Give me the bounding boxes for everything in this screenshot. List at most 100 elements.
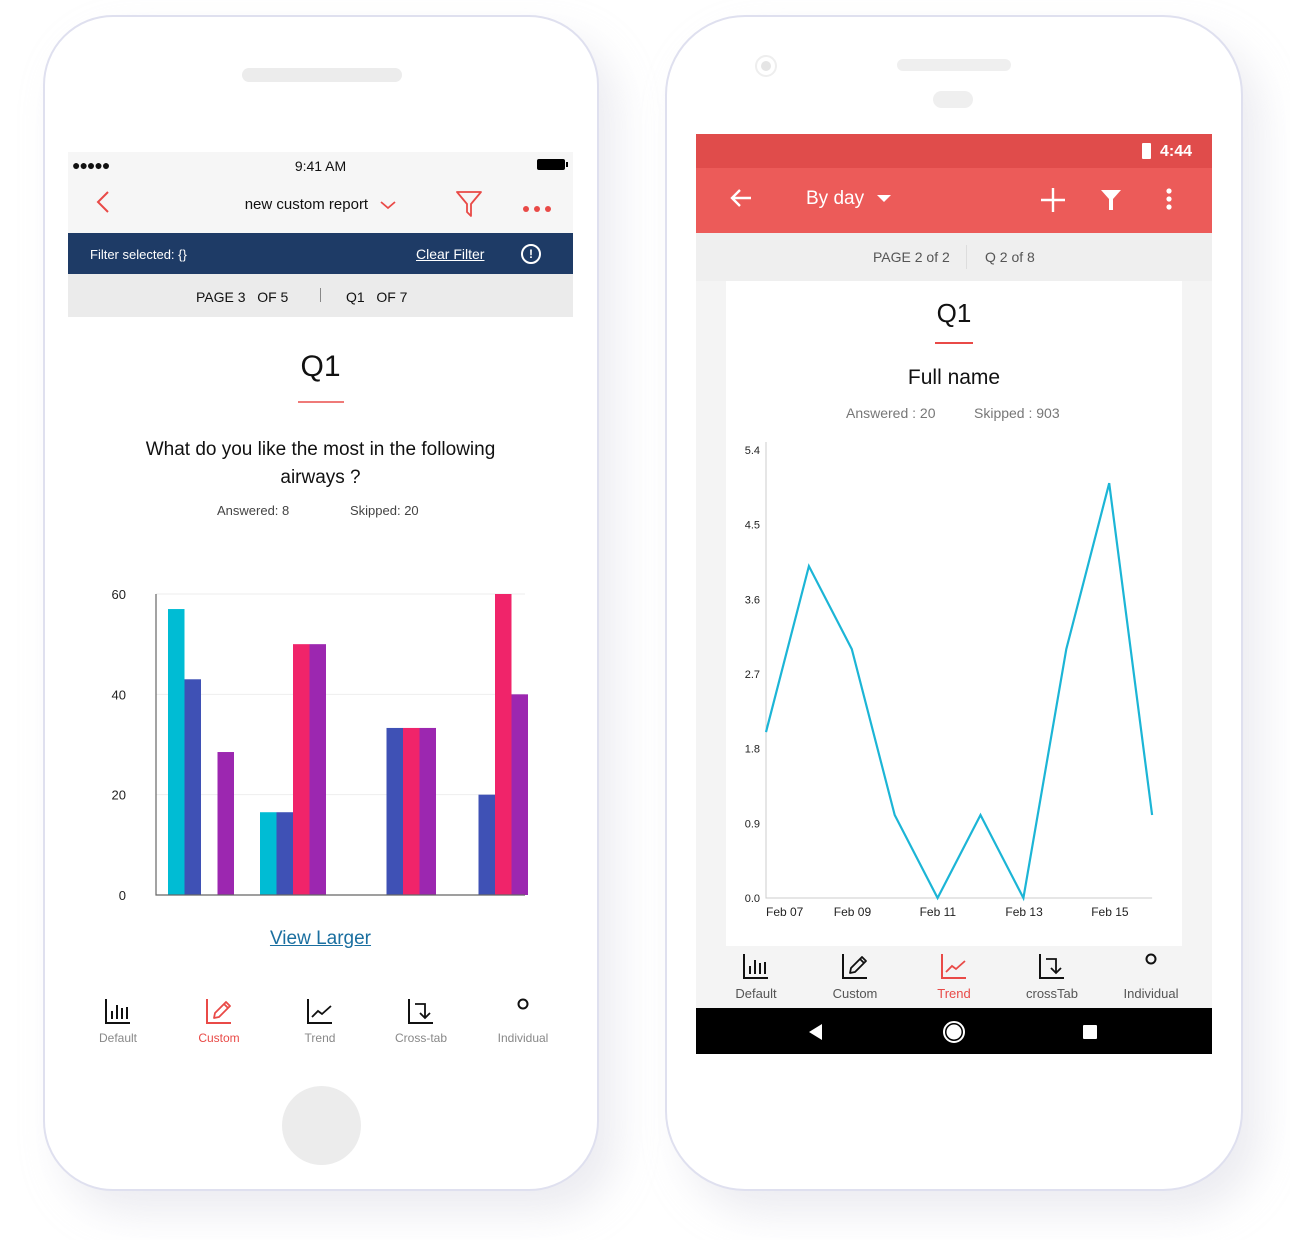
more-button[interactable]: [522, 200, 552, 218]
y-tick-label: 2.7: [745, 669, 760, 681]
tab-custom[interactable]: Custom: [805, 952, 905, 1001]
filter-button[interactable]: [1101, 190, 1121, 215]
filter-button[interactable]: [456, 190, 482, 223]
question-text: What do you like the most in the followi…: [145, 439, 496, 488]
chart-axes: [765, 442, 1153, 899]
android-tab-bar: Default Custom Trend crossTab Individual: [696, 946, 1212, 1008]
pager-divider: [320, 288, 321, 302]
pencil-chart-icon: [206, 999, 231, 1024]
tab-individual[interactable]: Individual: [1101, 952, 1201, 1001]
filter-bar: Filter selected: {} Clear Filter !: [68, 233, 573, 274]
bar-series-2-cat-2: [276, 812, 293, 895]
bar-chart: 0 20 40 60: [112, 587, 528, 903]
iphone-speaker: [242, 68, 402, 82]
pencil-chart-icon: [842, 954, 867, 979]
bar-series-4-cat-2: [309, 644, 326, 895]
ios-tab-bar: Default Custom Trend Cross-tab Individual: [68, 997, 573, 1052]
pager-bar: PAGE 2 of 2 Q 2 of 8: [696, 233, 1212, 281]
info-icon[interactable]: !: [521, 244, 541, 264]
question-indicator: Q 2 of 8: [985, 249, 1035, 265]
add-button[interactable]: [1040, 187, 1066, 218]
view-larger-link[interactable]: View Larger: [68, 928, 573, 950]
tab-cross-tab[interactable]: Cross-tab: [371, 997, 471, 1045]
android-screen: 4:44 By day PAGE 2 of 2 Q 2 of 8 Q1 Full…: [696, 134, 1212, 1054]
dropdown-arrow-icon: [877, 195, 892, 203]
crosstab-icon: [1039, 954, 1064, 979]
ios-nav-bar: new custom report: [68, 178, 573, 233]
tab-trend[interactable]: Trend: [270, 997, 370, 1045]
y-tick-label: 0.9: [745, 818, 760, 830]
front-camera: [755, 55, 777, 77]
tab-default[interactable]: Default: [68, 997, 168, 1045]
person-icon: [1145, 953, 1157, 965]
bar-series-4-cat-1: [217, 752, 234, 895]
filter-icon: [456, 191, 482, 217]
bar-series-3-cat-2: [293, 644, 310, 895]
android-status-bar: 4:44: [696, 134, 1212, 168]
chevron-down-icon: [380, 201, 396, 210]
trend-chart-icon: [941, 954, 966, 979]
question-indicator: Q1 OF 7: [346, 289, 408, 305]
battery-icon: [1142, 143, 1151, 159]
tab-label: Individual: [497, 1031, 549, 1045]
back-button[interactable]: [730, 188, 752, 213]
period-selector[interactable]: By day: [806, 188, 892, 210]
square-recents-icon: [1083, 1025, 1097, 1039]
more-vertical-icon: [1166, 188, 1172, 210]
tab-label: Default: [98, 1031, 138, 1045]
bar-series-3-cat-3: [403, 727, 420, 895]
y-tick-label: 20: [112, 788, 126, 803]
question-card: Q1 Full name Answered : 20 Skipped : 903…: [726, 281, 1182, 946]
tab-individual[interactable]: Individual: [473, 997, 573, 1045]
skipped-count: Skipped: 20: [350, 503, 419, 518]
tab-default[interactable]: Default: [706, 952, 806, 1001]
triangle-back-icon: [809, 1024, 822, 1040]
report-selector[interactable]: new custom report: [68, 196, 573, 213]
tab-label: Trend: [304, 1031, 336, 1045]
filter-icon: [1101, 190, 1121, 210]
android-sensor: [933, 91, 973, 108]
tab-custom[interactable]: Custom: [169, 997, 269, 1045]
tab-crosstab[interactable]: crossTab: [1002, 952, 1102, 1001]
report-title: new custom report: [244, 196, 369, 213]
y-tick-label: 4.5: [745, 520, 760, 532]
question-title: Full name: [907, 366, 1001, 389]
page-indicator: PAGE 2 of 2: [873, 249, 950, 265]
ios-screen: ●●●●● 9:41 AM new custom report Filter s…: [68, 152, 573, 1052]
android-nav-bar: [696, 1008, 1212, 1054]
y-tick-label: 3.6: [745, 594, 760, 606]
x-tick-label: Feb 15: [1091, 905, 1129, 919]
nav-back-button[interactable]: [809, 1024, 823, 1045]
question-number: Q1: [936, 298, 972, 328]
trend-line: [764, 482, 1154, 902]
filter-selected-label: Filter selected: {}: [90, 247, 187, 262]
pager-bar: PAGE 3 OF 5 Q1 OF 7: [68, 274, 573, 317]
y-tick-label: 5.4: [745, 445, 760, 457]
bar-series-2-cat-4: [478, 794, 495, 895]
period-label: By day: [806, 188, 865, 209]
circle-home-icon: [943, 1021, 965, 1043]
more-button[interactable]: [1166, 188, 1172, 215]
iphone-home-button[interactable]: [282, 1086, 361, 1165]
tab-trend[interactable]: Trend: [904, 952, 1004, 1001]
x-tick-label: Feb 11: [920, 905, 957, 919]
status-time: 4:44: [1160, 143, 1193, 160]
y-tick-label: 40: [112, 687, 126, 702]
tab-label: Individual: [1123, 986, 1179, 1001]
bar-series-4-cat-3: [419, 727, 436, 895]
crosstab-icon: [408, 999, 433, 1024]
answered-count: Answered: 8: [217, 503, 290, 518]
chart-axes: [155, 594, 525, 896]
bar-series-3-cat-4: [495, 594, 512, 895]
nav-recents-button[interactable]: [1083, 1025, 1097, 1044]
android-speaker: [897, 59, 1011, 71]
tab-label: Custom: [198, 1031, 240, 1045]
bar-series-4-cat-4: [511, 694, 528, 895]
bar-chart-icon: [743, 954, 768, 979]
pager-divider: [966, 245, 967, 269]
bar-series-2-cat-3: [386, 727, 403, 895]
clear-filter-link[interactable]: Clear Filter: [416, 246, 484, 262]
nav-home-button[interactable]: [942, 1020, 966, 1049]
question-underline: [298, 401, 344, 403]
tab-label: Trend: [937, 986, 971, 1001]
